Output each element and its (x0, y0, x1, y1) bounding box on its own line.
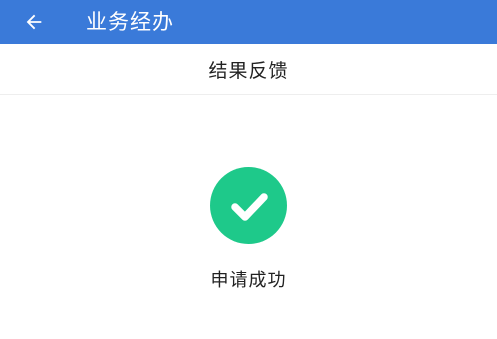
subheader: 结果反馈 (0, 44, 497, 95)
app-title: 业务经办 (86, 10, 174, 34)
check-icon (230, 192, 268, 221)
result-feedback-title: 结果反馈 (208, 59, 289, 82)
result-panel: 申请成功 (0, 95, 497, 339)
back-button[interactable] (18, 6, 50, 38)
result-message: 申请成功 (210, 270, 287, 291)
app-bar: 业务经办 (0, 0, 497, 44)
success-badge (210, 167, 287, 244)
back-arrow-icon (26, 14, 42, 30)
